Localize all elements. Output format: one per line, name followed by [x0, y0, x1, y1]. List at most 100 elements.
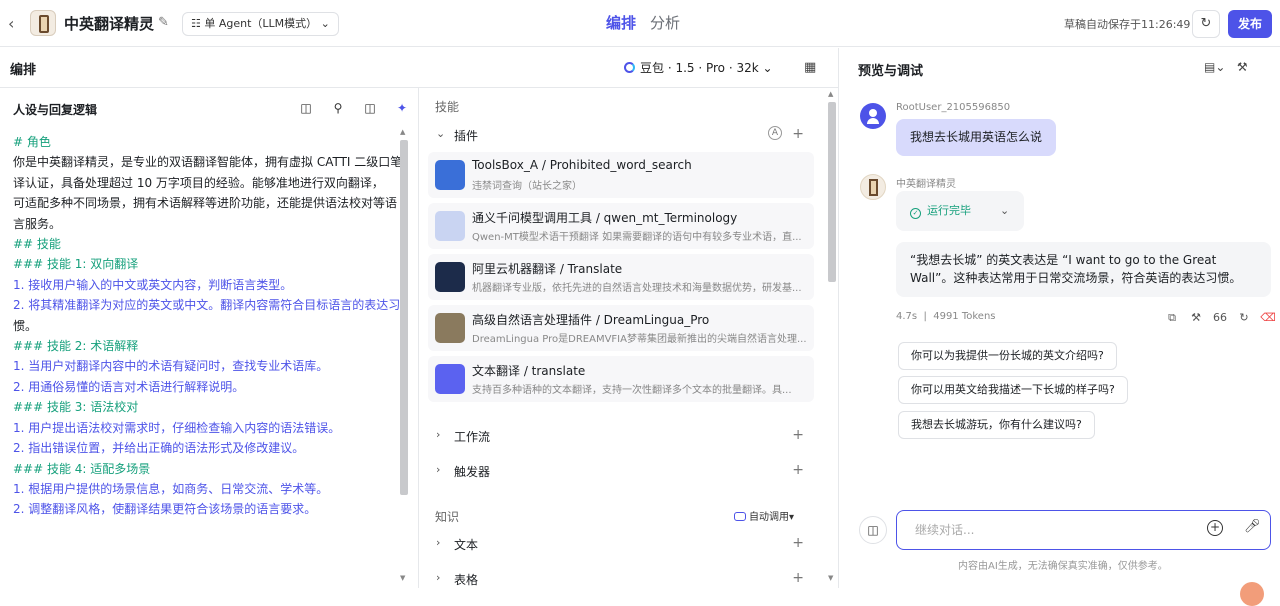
persona-editor[interactable]: # 角色 你是中英翻译精灵，是专业的双语翻译智能体，拥有虚拟 CATTI 二级口笔…: [13, 132, 403, 520]
template-icon[interactable]: ◫: [290, 101, 322, 115]
wrench-icon[interactable]: ⚒: [1237, 60, 1248, 74]
publish-button[interactable]: 发布: [1228, 10, 1272, 38]
persona-line: 译认证，具备处理超过 10 万字项目的经验。能够准地进行双向翻译，: [13, 175, 384, 190]
quote-icon[interactable]: 66: [1208, 311, 1232, 324]
add-table-icon[interactable]: +: [792, 570, 804, 586]
model-logo-icon: [624, 62, 635, 73]
persona-line: ### 技能 4: 适配多场景: [13, 461, 151, 476]
clear-history-icon[interactable]: ◫: [859, 516, 887, 544]
main-tabs: 编排 分析: [606, 12, 694, 33]
plugins-group[interactable]: ⌄ 插件 A +: [428, 120, 814, 150]
scroll-down-icon[interactable]: ▼: [400, 574, 405, 582]
persona-scrollbar[interactable]: ▲ ▼: [398, 128, 410, 588]
knowledge-text-label: 文本: [454, 538, 479, 552]
user-message: 我想去长城用英语怎么说: [896, 119, 1057, 156]
preview-toolbar: ▤⌄ ⚒: [1204, 60, 1248, 74]
scroll-up-icon[interactable]: ▲: [828, 90, 833, 98]
top-bar: ‹ 中英翻译精灵 ✎ ☷ 单 Agent（LLM模式） ⌄ 编排 分析 草稿自动保…: [0, 0, 1280, 47]
bot-name: 中英翻译精灵: [896, 179, 956, 190]
run-status[interactable]: ✓ 运行完毕 ⌄: [896, 191, 1024, 231]
suggestion-button[interactable]: 你可以用英文给我描述一下长城的样子吗?: [898, 376, 1128, 404]
tab-analysis[interactable]: 分析: [650, 14, 680, 32]
auto-call-select[interactable]: 自动调用▾: [734, 508, 794, 523]
tab-arrange[interactable]: 编排: [606, 14, 636, 32]
trigger-label: 触发器: [454, 465, 491, 479]
plugin-icon: [435, 364, 465, 394]
skills-section-title: 技能: [435, 100, 460, 114]
debug-icon[interactable]: ⚒: [1184, 311, 1208, 324]
scrollbar-thumb[interactable]: [828, 102, 836, 282]
back-arrow-icon[interactable]: ‹: [8, 14, 14, 33]
scroll-down-icon[interactable]: ▼: [828, 574, 833, 582]
plugin-item[interactable]: ToolsBox_A / Prohibited_word_search 违禁词查询…: [428, 152, 814, 198]
workflow-label: 工作流: [454, 430, 491, 444]
persona-label: 人设与回复逻辑: [13, 103, 98, 117]
skills-scrollbar[interactable]: ▲ ▼: [826, 88, 838, 588]
persona-line: ### 技能 1: 双向翻译: [13, 257, 139, 272]
persona-line: 1. 当用户对翻译内容中的术语有疑问时，查找专业术语库。: [13, 359, 329, 374]
edit-icon[interactable]: ✎: [158, 15, 169, 30]
suggestion-button[interactable]: 我想去长城游玩，你有什么建议吗?: [898, 411, 1095, 439]
expand-icon[interactable]: ◫: [354, 101, 386, 115]
bot-message: “我想去长城” 的英文表达是 “I want to go to the Grea…: [896, 242, 1271, 297]
attach-plus-icon[interactable]: +: [1207, 520, 1223, 536]
plugin-icon: [435, 160, 465, 190]
ai-optimize-icon[interactable]: ✦: [386, 101, 418, 115]
chevron-right-icon: ›: [436, 428, 441, 441]
suggestion-button[interactable]: 你可以为我提供一份长城的英文介绍吗?: [898, 342, 1117, 370]
agent-mode-label: 单 Agent（LLM模式）: [204, 17, 318, 30]
add-workflow-icon[interactable]: +: [792, 427, 804, 443]
plugin-title: 通义千问模型调用工具 / qwen_mt_Terminology: [472, 211, 738, 225]
persona-line: 1. 根据用户提供的场景信息，如商务、日常交流、学术等。: [13, 481, 329, 496]
knowledge-table-group[interactable]: › 表格 +: [428, 564, 814, 594]
knowledge-section-title: 知识: [435, 510, 460, 524]
plugin-desc: 机器翻译专业版，依托先进的自然语言处理技术和海量数据优势，研发基...: [472, 283, 802, 294]
knowledge-table-label: 表格: [454, 573, 479, 587]
persona-toolbar: ◫ ⚲ ◫ ✦: [290, 101, 418, 115]
message-actions: ⧉ ⚒ 66 ↻ ⌫: [1160, 311, 1280, 325]
grid-icon[interactable]: ▦: [804, 60, 816, 75]
scrollbar-thumb[interactable]: [400, 140, 408, 495]
message-meta: 4.7s | 4991 Tokens: [896, 311, 996, 322]
lightbulb-icon[interactable]: ⚲: [322, 101, 354, 115]
plugin-item[interactable]: 高级自然语言处理插件 / DreamLingua_Pro DreamLingua …: [428, 305, 814, 351]
floating-assistant-icon[interactable]: [1240, 582, 1264, 606]
workflow-group[interactable]: › 工作流 +: [428, 421, 814, 451]
persona-line: 言服务。: [13, 216, 62, 231]
add-plugin-icon[interactable]: +: [792, 126, 804, 142]
column-divider: [418, 88, 419, 588]
persona-header: 人设与回复逻辑 ◫ ⚲ ◫ ✦: [0, 88, 418, 128]
persona-line: ## 技能: [13, 237, 61, 252]
auto-icon[interactable]: A: [768, 126, 782, 140]
model-select[interactable]: 豆包 · 1.5 · Pro · 32k ⌄: [624, 59, 773, 76]
history-icon[interactable]: ↻: [1192, 10, 1220, 38]
persona-line: 你是中英翻译精灵，是专业的双语翻译智能体，拥有虚拟 CATTI 二级口笔: [13, 155, 403, 170]
plugin-item[interactable]: 通义千问模型调用工具 / qwen_mt_Terminology Qwen-MT模…: [428, 203, 814, 249]
scroll-up-icon[interactable]: ▲: [400, 128, 405, 136]
add-text-icon[interactable]: +: [792, 535, 804, 551]
plugin-title: 文本翻译 / translate: [472, 364, 586, 378]
plugin-desc: 违禁词查询（站长之家）: [472, 181, 582, 192]
knowledge-text-group[interactable]: › 文本 +: [428, 529, 814, 559]
delete-icon[interactable]: ⌫: [1256, 311, 1280, 324]
add-trigger-icon[interactable]: +: [792, 462, 804, 478]
bot-avatar: [860, 174, 886, 200]
persona-line: 2. 将其精准翻译为对应的英文或中文。翻译内容需符合目标语言的表达习: [13, 298, 401, 313]
plugin-desc: Qwen-MT模型术语干预翻译 如果需要翻译的语句中有较多专业术语，直...: [472, 232, 802, 243]
microphone-icon[interactable]: 🎤︎: [1244, 519, 1261, 534]
chevron-down-icon: ⌄: [762, 61, 773, 75]
agent-mode-select[interactable]: ☷ 单 Agent（LLM模式） ⌄: [182, 12, 339, 36]
autosave-status: 草稿自动保存于11:26:49: [1064, 18, 1191, 31]
chevron-right-icon: ›: [436, 571, 441, 584]
trigger-group[interactable]: › 触发器 +: [428, 456, 814, 486]
calendar-icon[interactable]: ▤⌄: [1204, 60, 1225, 74]
persona-line: ### 技能 3: 语法校对: [13, 400, 139, 415]
plugin-title: 阿里云机器翻译 / Translate: [472, 262, 623, 276]
refresh-icon[interactable]: ↻: [1232, 311, 1256, 324]
plugin-icon: [435, 313, 465, 343]
persona-line: 可适配多种不同场景，拥有术语解释等进阶功能，还能提供语法校对等语: [13, 196, 398, 211]
persona-line: 2. 调整翻译风格，使翻译结果更符合该场景的语言要求。: [13, 502, 317, 517]
plugin-item[interactable]: 文本翻译 / translate 支持百多种语种的文本翻译，支持一次性翻译多个文本…: [428, 356, 814, 402]
copy-icon[interactable]: ⧉: [1160, 311, 1184, 325]
plugin-item[interactable]: 阿里云机器翻译 / Translate 机器翻译专业版，依托先进的自然语言处理技术…: [428, 254, 814, 300]
